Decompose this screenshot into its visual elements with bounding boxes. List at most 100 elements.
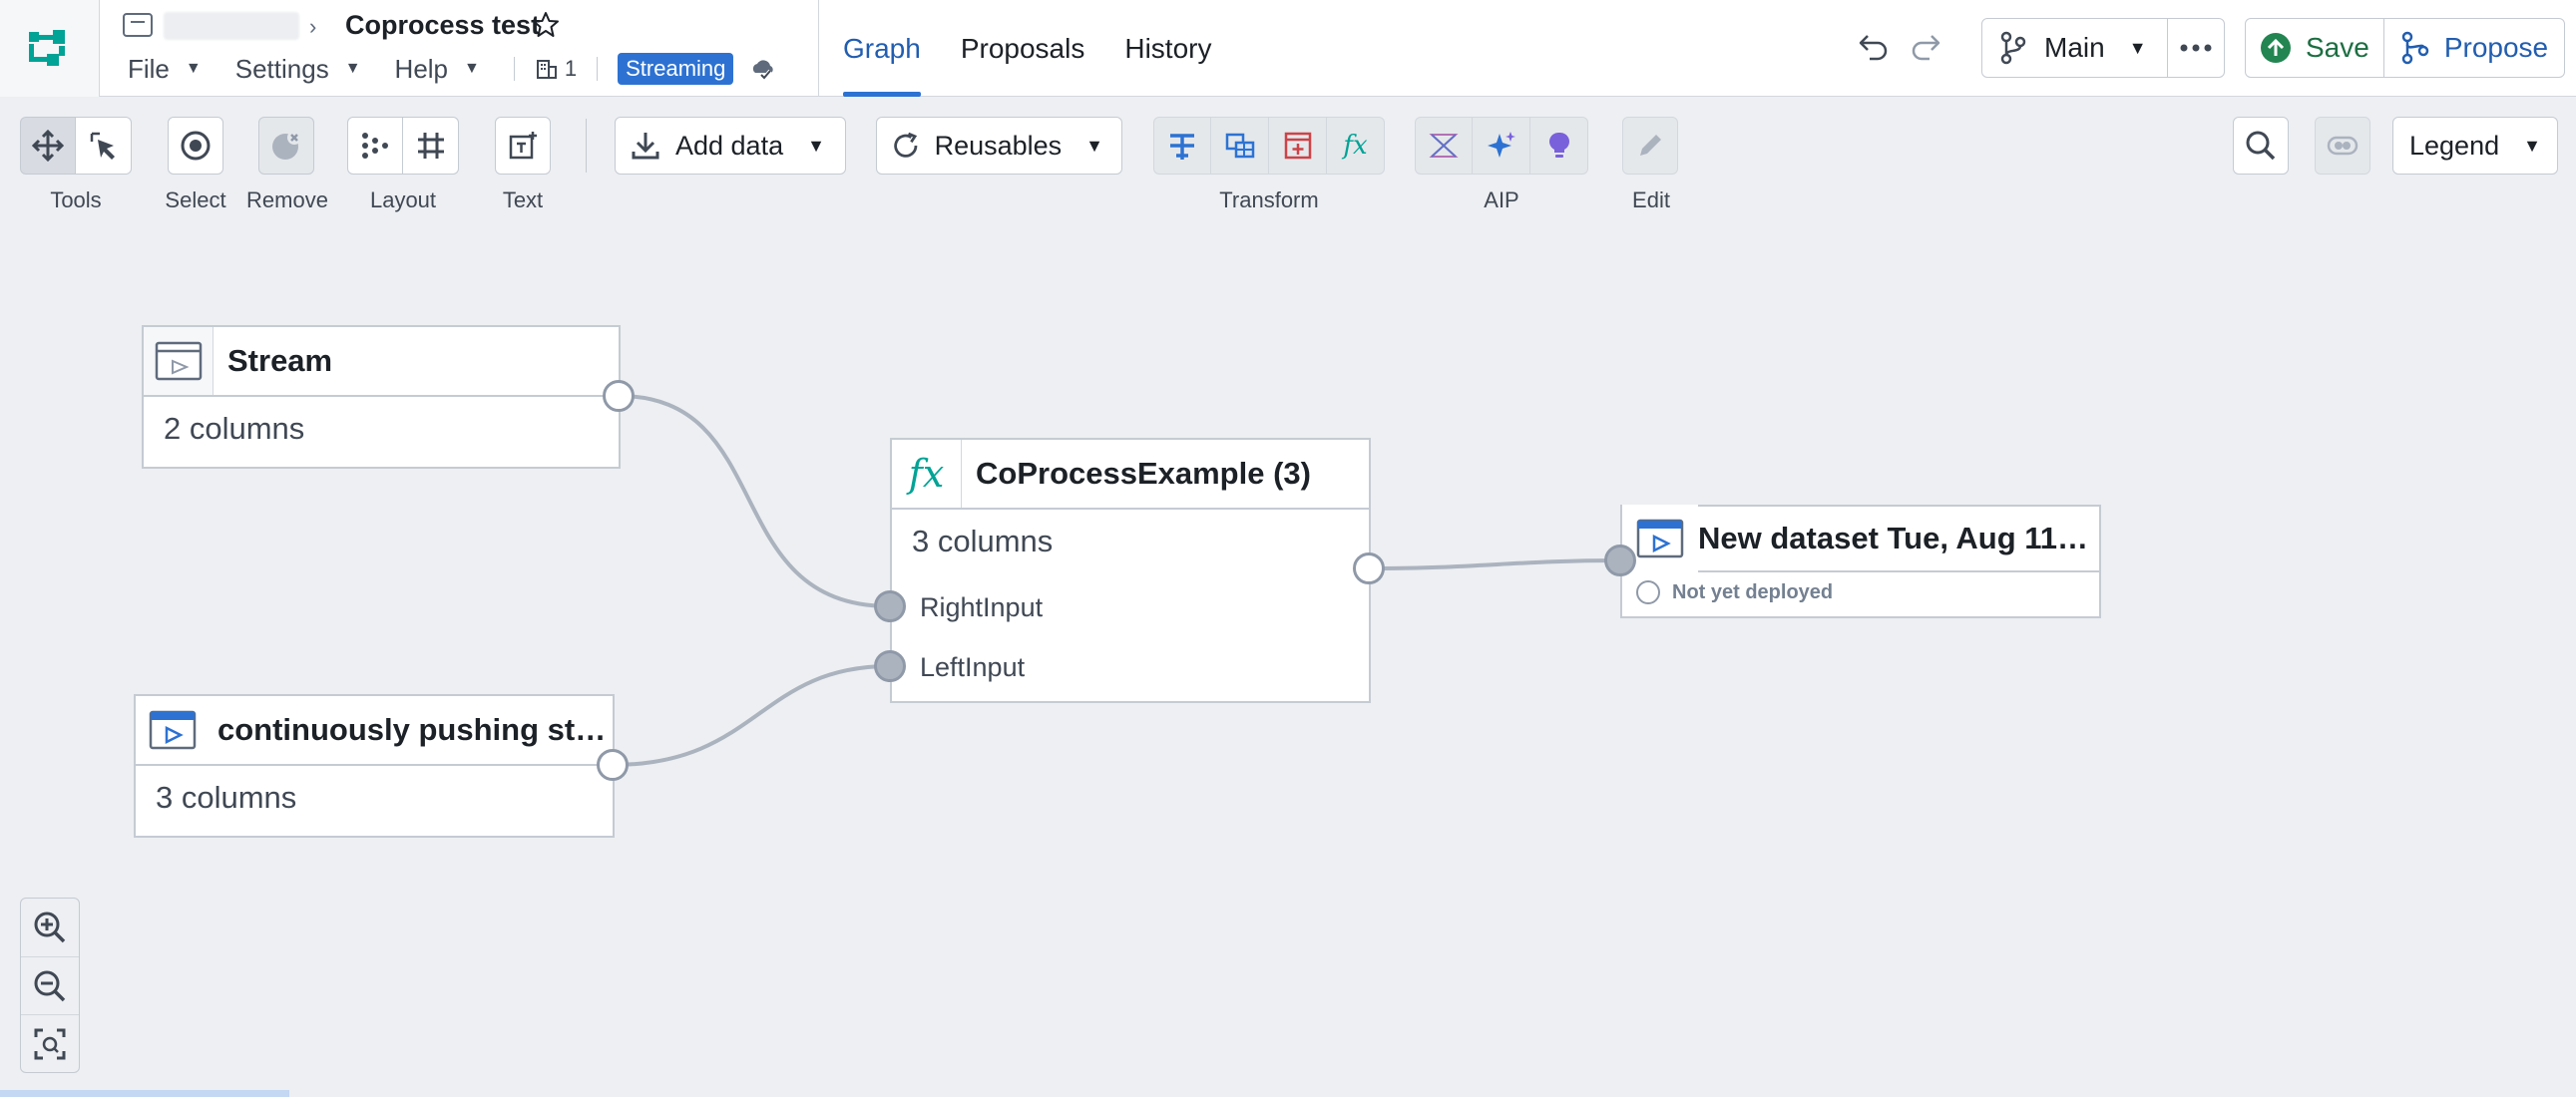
pan-tool-button[interactable] [20,117,76,175]
aip-suggest-button[interactable] [1530,117,1588,175]
transform-label: Transform [1219,187,1319,212]
git-branch-icon [2000,31,2026,65]
layout-group [347,117,459,175]
pushing-stream-output-port[interactable] [597,749,629,781]
lightbulb-icon [1548,132,1569,158]
search-icon [2246,131,2276,161]
filter-transform-button[interactable] [1153,117,1211,175]
node-columns: 2 columns [164,411,305,446]
edit-button[interactable] [1622,117,1678,175]
layout-label: Layout [369,187,437,212]
undo-button[interactable] [1850,24,1900,70]
remove-label: Remove [246,187,328,212]
join-transform-button[interactable] [1211,117,1269,175]
zoom-in-icon [34,912,66,943]
edge-transform-to-output [1368,558,1621,570]
refresh-icon [894,132,918,158]
fx-icon: fx [1343,131,1368,161]
undo-icon [1859,35,1888,61]
tab-history[interactable]: History [1124,0,1211,97]
add-text-icon [509,132,537,160]
auto-layout-button[interactable] [347,117,403,175]
save-propose-group: Save Propose [2245,18,2566,78]
status-circle-icon [1636,580,1660,604]
columns-transform-icon [1170,134,1194,160]
add-table-transform-button[interactable] [1269,117,1327,175]
aip-model-button[interactable] [1415,117,1473,175]
aip-group [1415,117,1588,175]
pushing-stream-node[interactable]: continuously pushing str… 3 columns [134,694,615,838]
node-columns: 3 columns [156,780,297,815]
right-input-port[interactable] [874,590,906,622]
select-label: Select [165,187,226,212]
menu-help[interactable]: Help ▼ [395,54,480,85]
node-header: fx CoProcessExample (3) [892,440,1369,510]
divider [597,57,599,81]
search-group [2233,117,2289,175]
zoom-in-button[interactable] [21,899,79,956]
branch-selector[interactable]: Main ▼ [1982,19,2168,77]
sparkle-icon [1487,132,1515,158]
expression-transform-button[interactable]: fx [1327,117,1385,175]
tab-graph[interactable]: Graph [843,0,921,97]
add-text-button[interactable] [495,117,551,175]
view-tabs: Graph Proposals History [843,0,1251,97]
git-pull-icon [2401,31,2429,65]
node-title: New dataset Tue, Aug 11,… [1698,521,2095,555]
menu-settings[interactable]: Settings ▼ [235,54,361,85]
breadcrumb-redacted[interactable] [164,12,299,40]
caret-down-icon: ▼ [344,60,361,77]
zoom-out-button[interactable] [21,956,79,1014]
fit-to-screen-button[interactable] [21,1014,79,1072]
transform-output-port[interactable] [1353,552,1385,584]
zoom-out-icon [34,970,66,1001]
overlay-toggle-group [2315,117,2370,175]
cloud-check-icon[interactable] [749,55,777,83]
propose-button[interactable]: Propose [2384,19,2564,77]
add-data-dropdown[interactable]: Add data ▼ [615,117,846,175]
tab-graph-label: Graph [843,32,921,64]
select-tool-button[interactable] [76,117,132,175]
folder-icon[interactable] [122,12,154,38]
chevron-right-icon: › [309,14,317,39]
save-button[interactable]: Save [2246,19,2384,77]
overlay-toggle-button[interactable] [2315,117,2370,175]
stream-output-port[interactable] [603,380,635,412]
project-count-value: 1 [564,56,578,81]
stream-node[interactable]: Stream 2 columns [142,325,621,469]
reusables-label: Reusables [934,130,1063,161]
menu-file[interactable]: File ▼ [128,54,202,85]
star-icon[interactable] [531,10,561,40]
more-options-button[interactable] [2168,19,2224,77]
page-title[interactable]: Coprocess test [345,10,540,41]
graph-canvas[interactable]: Stream 2 columns continuously pushing st… [0,226,2576,1097]
top-header: › Coprocess test File ▼ Settings ▼ Help … [0,0,2576,97]
left-input-port[interactable] [874,650,906,682]
select-button[interactable] [168,117,223,175]
aip-generate-button[interactable] [1473,117,1530,175]
remove-button[interactable] [258,117,314,175]
remove-node-icon [272,131,301,160]
upload-circle-icon [2261,33,2291,63]
remove-group [258,117,314,175]
add-data-label: Add data [675,130,784,161]
coprocess-transform-node[interactable]: fx CoProcessExample (3) 3 columns RightI… [890,438,1371,703]
output-dataset-node[interactable]: New dataset Tue, Aug 11,… Not yet deploy… [1620,505,2101,618]
project-count[interactable]: 1 [535,56,577,82]
redo-button[interactable] [1900,24,1949,70]
pipeline-builder-logo-icon[interactable] [0,0,100,97]
reusables-dropdown[interactable]: Reusables ▼ [876,117,1122,175]
node-title: Stream [227,343,333,378]
grid-layout-button[interactable] [403,117,459,175]
tab-proposals[interactable]: Proposals [961,0,1085,97]
caret-down-icon: ▼ [1085,135,1103,156]
legend-dropdown[interactable]: Legend ▼ [2392,117,2558,175]
cursor-select-icon [90,132,115,160]
propose-label: Propose [2443,32,2549,63]
undo-redo-group [1850,24,1949,70]
edit-label: Edit [1632,187,1670,212]
search-button[interactable] [2233,117,2289,175]
output-input-port[interactable] [1604,545,1636,576]
streaming-tag[interactable]: Streaming [618,53,734,85]
pencil-icon [1640,135,1661,156]
